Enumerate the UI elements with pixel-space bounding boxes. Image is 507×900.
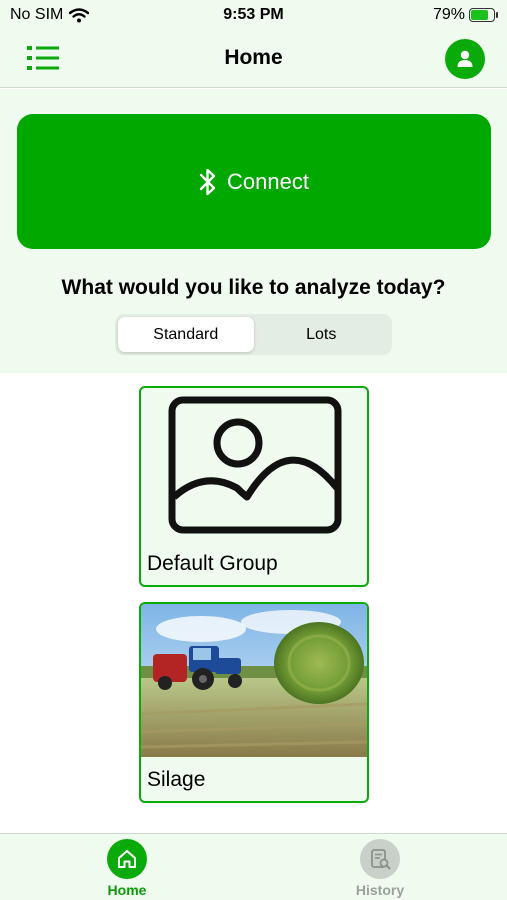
segment-lots[interactable]: Lots: [254, 317, 390, 352]
tab-home[interactable]: Home: [82, 839, 172, 898]
group-name: Silage: [147, 768, 206, 791]
mode-segmented-control: Standard Lots: [115, 314, 392, 355]
connect-label: Connect: [227, 168, 309, 194]
user-icon: [457, 50, 473, 67]
tab-history-circle: [360, 839, 400, 879]
tab-history[interactable]: History: [335, 839, 425, 898]
home-icon: [118, 850, 136, 868]
analyze-panel: Connect What would you like to analyze t…: [0, 89, 507, 373]
status-bar: No SIM 9:53 PM 79%: [0, 0, 507, 32]
battery-icon: [469, 8, 498, 22]
tab-bar: Home History: [0, 833, 507, 900]
analyze-prompt: What would you like to analyze today?: [61, 276, 446, 299]
profile-button[interactable]: [445, 39, 485, 79]
history-icon: [371, 849, 391, 870]
tab-home-circle: [107, 839, 147, 879]
group-name: Default Group: [147, 552, 278, 575]
page-title: Home: [224, 46, 283, 69]
group-card-silage[interactable]: Silage: [139, 602, 369, 803]
tab-home-label: Home: [107, 882, 147, 898]
group-card-default[interactable]: Default Group: [139, 386, 369, 587]
battery-percent: 79%: [432, 6, 465, 23]
status-time: 9:53 PM: [223, 6, 284, 23]
connect-button[interactable]: Connect: [17, 114, 491, 249]
tab-history-label: History: [355, 882, 405, 898]
bluetooth-icon: [199, 168, 216, 195]
status-battery: 79%: [432, 6, 498, 24]
silage-photo: [141, 604, 367, 757]
nav-header: Home: [0, 32, 507, 88]
image-placeholder-icon: [168, 396, 342, 534]
segment-standard[interactable]: Standard: [118, 317, 254, 352]
battery-fill: [471, 10, 489, 20]
